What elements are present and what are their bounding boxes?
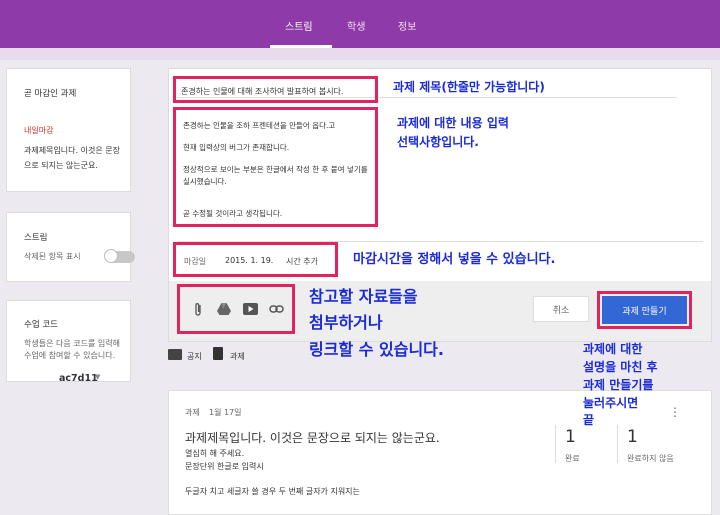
- add-time-button[interactable]: 시간 추가: [286, 256, 318, 267]
- more-options-icon[interactable]: ⋮: [669, 405, 681, 419]
- tab-stream[interactable]: 스트림: [285, 18, 313, 33]
- create-assignment-button[interactable]: 과제 만들기: [602, 296, 687, 324]
- post-title[interactable]: 과제제목입니다. 이것은 문장으로 되지는 않는군요.: [185, 429, 440, 446]
- stat-divider: [555, 425, 556, 463]
- stream-card: 스트림 삭제된 항목 표시: [6, 212, 135, 282]
- upcoming-item-link[interactable]: 과제제목입니다. 이것은 문장으로 되지는 않는군요.: [24, 143, 124, 173]
- desc-line: 존경하는 인물을 조하 프젠테션을 만들어 옵다.고: [183, 121, 336, 130]
- due-date-picker[interactable]: 2015. 1. 19.: [225, 256, 273, 265]
- upcoming-empty-text: 내일마감: [24, 126, 54, 135]
- annotation-attach: 첨부하거나: [309, 313, 383, 332]
- post-line: 열심히 해 주세요.: [185, 449, 245, 458]
- class-code-value: ac7d11: [59, 373, 98, 384]
- class-code-dropdown-icon[interactable]: ▼: [95, 373, 100, 381]
- google-drive-icon[interactable]: [214, 299, 234, 319]
- assignment-tab[interactable]: 과제: [230, 351, 245, 362]
- annotation-create: 설명을 마친 후: [583, 360, 658, 374]
- paperclip-icon[interactable]: [188, 299, 208, 319]
- notdone-count[interactable]: 1: [627, 427, 638, 447]
- stream-title: 스트림: [24, 233, 48, 243]
- annotation-attach: 링크할 수 있습니다.: [309, 340, 444, 359]
- desc-line: 정상적으로 보이는 부분은 한글에서 작성 한 후 붙여 넣기를 실시했습니다.: [183, 165, 368, 186]
- done-count[interactable]: 1: [565, 427, 576, 447]
- clipboard-icon: [213, 347, 223, 360]
- header-band: [0, 48, 720, 60]
- annotation-desc: 과제에 대한 내용 입력: [397, 116, 509, 130]
- annotation-desc: 선택사항입니다.: [397, 135, 479, 149]
- cancel-button[interactable]: 취소: [533, 296, 589, 322]
- title-input[interactable]: 존경하는 인물에 대해 조사하여 발표하여 봅시다.: [181, 86, 343, 97]
- annotation-create: 과제 만들기를: [583, 378, 654, 392]
- annotation-create: 눌러주시면: [583, 396, 639, 410]
- youtube-icon[interactable]: [240, 299, 260, 319]
- annotation-title: 과제 제목(한줄만 가능합니다): [393, 80, 545, 94]
- done-label: 완료: [565, 454, 580, 463]
- annotation-create: 과제에 대한: [583, 342, 643, 356]
- upcoming-card: 곧 마감인 과제 내일마감 과제제목입니다. 이것은 문장으로 되지는 않는군요…: [6, 68, 131, 192]
- class-code-card: 수업 코드 학생들은 다음 코드를 입력해 수업에 참여할 수 있습니다. ac…: [6, 300, 131, 384]
- tab-about[interactable]: 정보: [398, 18, 416, 33]
- comment-icon: [168, 349, 182, 360]
- link-icon[interactable]: [266, 299, 286, 319]
- class-code-title: 수업 코드: [24, 320, 58, 330]
- post-line: 두글자 치고 세글자 쓸 경우 두 번째 글자가 지워지는: [185, 487, 360, 496]
- annotation-create: 끝: [583, 413, 595, 427]
- due-label: 마감일: [184, 257, 207, 266]
- desc-input[interactable]: 존경하는 인물을 조하 프젠테션을 만들어 옵다.고 현재 입력상의 버그가 존…: [183, 120, 373, 219]
- notice-tab[interactable]: 공지: [187, 351, 202, 362]
- class-code-desc: 학생들은 다음 코드를 입력해 수업에 참여할 수 있습니다.: [24, 339, 120, 360]
- notdone-label: 완료하지 않음: [627, 454, 674, 463]
- stat-divider: [617, 425, 618, 463]
- show-deleted-label: 삭제된 항목 표시: [24, 252, 81, 261]
- post-line: 문장단위 한글로 입력시: [185, 462, 264, 471]
- tab-students[interactable]: 학생: [347, 18, 365, 33]
- desc-line: 현재 입력상의 버그가 존재합니다.: [183, 143, 290, 152]
- post-date: 1월 17일: [209, 408, 242, 417]
- post-kind: 과제: [185, 408, 200, 417]
- show-deleted-toggle[interactable]: [104, 249, 135, 263]
- annotation-attach: 참고할 자료들을: [309, 287, 418, 306]
- toggle-knob: [104, 249, 118, 263]
- upcoming-title: 곧 마감인 과제: [24, 89, 77, 99]
- desc-line: 곧 수정될 것이라고 생각됩니다.: [183, 209, 283, 218]
- annotation-due: 마감시간을 정해서 넣을 수 있습니다.: [353, 252, 556, 267]
